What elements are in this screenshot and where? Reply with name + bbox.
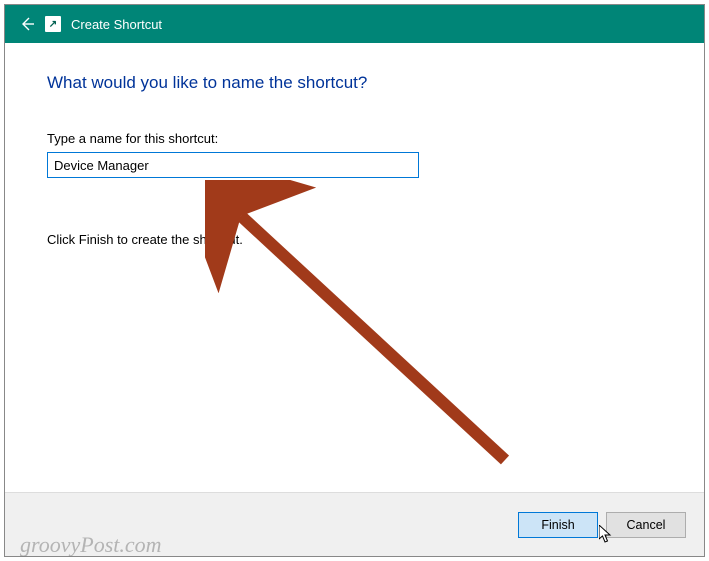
content-area: What would you like to name the shortcut… [5,43,704,492]
finish-button[interactable]: Finish [518,512,598,538]
window-title: Create Shortcut [71,17,162,32]
titlebar: Create Shortcut [5,5,704,43]
dialog-window: Create Shortcut What would you like to n… [4,4,705,557]
shortcut-icon [45,16,61,32]
page-heading: What would you like to name the shortcut… [47,73,662,93]
back-button[interactable] [13,10,41,38]
cancel-button[interactable]: Cancel [606,512,686,538]
back-arrow-icon [18,15,36,33]
help-text: Click Finish to create the shortcut. [47,232,662,247]
input-label: Type a name for this shortcut: [47,131,662,146]
shortcut-name-input[interactable] [47,152,419,178]
footer-bar: Finish Cancel [5,492,704,556]
